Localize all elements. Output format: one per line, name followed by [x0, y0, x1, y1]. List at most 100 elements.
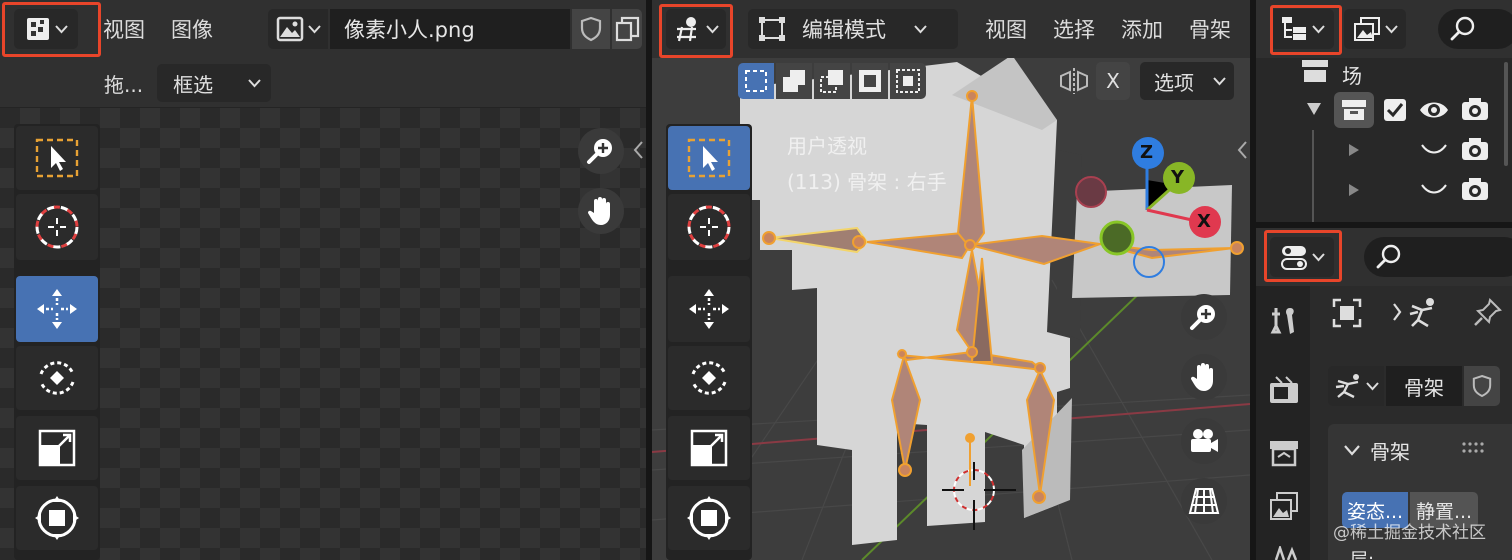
eye-closed-icon[interactable]	[1420, 142, 1448, 156]
scale-icon	[38, 429, 76, 467]
select-intersect-icon	[896, 69, 920, 93]
scene-collection-icon	[1302, 60, 1328, 82]
cursor-icon	[687, 205, 731, 249]
tree-line-icon	[1312, 130, 1314, 222]
rotate-tool[interactable]	[16, 346, 98, 410]
display-mode-button[interactable]	[1344, 9, 1406, 49]
chevron-down-icon	[1213, 76, 1226, 85]
tab-view-layer[interactable]	[1262, 484, 1306, 528]
select-box-tool[interactable]	[668, 126, 750, 190]
focus-frame-icon[interactable]	[1332, 298, 1362, 328]
duplicate-icon	[615, 16, 640, 42]
rotate-tool[interactable]	[668, 346, 750, 410]
chevron-down-icon	[1384, 24, 1398, 33]
camera-render-icon[interactable]	[1460, 136, 1490, 162]
collection-row[interactable]	[1334, 92, 1374, 128]
mirror-x-button[interactable]: X	[1096, 62, 1130, 100]
eye-closed-icon[interactable]	[1420, 182, 1448, 196]
expand-arrow-icon[interactable]	[1306, 102, 1322, 116]
output-icon	[1270, 441, 1298, 467]
transform-tool[interactable]	[16, 486, 98, 550]
chevron-down-icon[interactable]	[1344, 444, 1360, 456]
outliner: 场景	[1256, 0, 1512, 222]
gizmo-x-label[interactable]: X	[1197, 211, 1211, 232]
mode-intersect-button[interactable]	[890, 63, 926, 99]
tab-render[interactable]	[1262, 368, 1306, 412]
select-box-icon	[687, 138, 731, 178]
image-browse-button[interactable]	[268, 9, 328, 49]
zoom-button[interactable]	[1181, 294, 1227, 340]
render-icon	[1270, 376, 1298, 403]
cursor-tool[interactable]	[16, 194, 98, 260]
hand-icon	[1190, 363, 1213, 391]
drag-handle-icon[interactable]	[1462, 442, 1486, 454]
camera-icon	[1191, 429, 1218, 452]
menu-view[interactable]: 视图	[972, 14, 1040, 44]
armature-browse-button[interactable]	[1328, 366, 1384, 406]
scene-label[interactable]: 场景	[1342, 60, 1362, 89]
mode-extend-button[interactable]	[776, 63, 812, 99]
checkbox-icon[interactable]	[1383, 98, 1407, 122]
sidebar-toggle-icon[interactable]	[632, 140, 644, 160]
move-tool[interactable]	[668, 276, 750, 342]
expand-arrow-icon[interactable]	[1348, 143, 1360, 157]
properties-search-field[interactable]	[1364, 237, 1512, 277]
select-extend-icon	[783, 70, 805, 92]
mode-invert-button[interactable]	[852, 63, 888, 99]
camera-render-icon[interactable]	[1460, 96, 1490, 122]
select-box-icon	[35, 138, 79, 178]
transform-tool[interactable]	[668, 486, 750, 550]
select-box-tool[interactable]	[16, 126, 98, 190]
3d-viewport: Z Y X 编辑模式 视图 选择 添加 骨架 X 选项 用户透视 (113) 骨…	[652, 0, 1250, 560]
menu-add[interactable]: 添加	[1108, 14, 1176, 44]
cursor-tool[interactable]	[668, 194, 750, 260]
outliner-search-field[interactable]	[1438, 9, 1512, 49]
pin-icon[interactable]	[1472, 298, 1502, 328]
cursor-icon	[35, 205, 79, 249]
gizmo-y-label[interactable]: Y	[1171, 167, 1184, 188]
wrench-screwdriver-icon	[1270, 308, 1294, 334]
tab-output[interactable]	[1262, 430, 1306, 474]
move-icon	[689, 289, 729, 329]
menu-image[interactable]: 图像	[158, 14, 226, 44]
mode-label: 编辑模式	[802, 18, 886, 42]
view-layer-icon	[1353, 17, 1380, 41]
chevron-down-icon	[914, 24, 927, 33]
mode-new-button[interactable]	[738, 63, 774, 99]
outliner-scrollbar[interactable]	[1504, 62, 1508, 166]
pan-button[interactable]	[1181, 354, 1227, 400]
menu-armature[interactable]: 骨架	[1176, 14, 1244, 44]
move-tool[interactable]	[16, 276, 98, 342]
sidebar-toggle-icon[interactable]	[1236, 140, 1248, 160]
zoom-button[interactable]	[578, 128, 624, 174]
options-dropdown[interactable]: 选项	[1140, 62, 1234, 100]
mode-subtract-button[interactable]	[814, 63, 850, 99]
mode-dropdown[interactable]: 编辑模式	[748, 9, 958, 49]
fake-user-button[interactable]	[572, 9, 610, 49]
image-name-field[interactable]: 像素小人.png	[330, 9, 570, 49]
constraint-icon[interactable]	[1270, 546, 1300, 560]
gizmo-z-label[interactable]: Z	[1140, 142, 1153, 163]
menu-select[interactable]: 选择	[1040, 14, 1108, 44]
select-mode-dropdown[interactable]: 框选	[157, 64, 272, 102]
eye-icon[interactable]	[1418, 98, 1450, 122]
perspective-toggle-button[interactable]	[1181, 478, 1227, 524]
search-icon	[1450, 16, 1475, 41]
tab-tool[interactable]	[1262, 298, 1306, 342]
scale-tool[interactable]	[16, 416, 98, 480]
highlight-box	[659, 4, 733, 58]
scale-tool[interactable]	[668, 416, 750, 480]
panel-title[interactable]: 骨架	[1370, 436, 1410, 465]
mirror-icon[interactable]	[1058, 66, 1090, 96]
armature-name-field[interactable]: 骨架	[1386, 366, 1462, 406]
highlight-box	[1264, 230, 1342, 282]
fake-user-button[interactable]	[1464, 366, 1500, 406]
shield-icon	[580, 16, 602, 42]
new-image-button[interactable]	[612, 9, 642, 49]
pan-button[interactable]	[578, 188, 624, 234]
image-editor: 视图 图像 像素小人.png 拖... 框选	[0, 0, 646, 560]
camera-render-icon[interactable]	[1460, 176, 1490, 202]
camera-view-button[interactable]	[1181, 418, 1227, 464]
view-info: 用户透视 (113) 骨架 : 右手	[787, 128, 947, 200]
expand-arrow-icon[interactable]	[1348, 183, 1360, 197]
